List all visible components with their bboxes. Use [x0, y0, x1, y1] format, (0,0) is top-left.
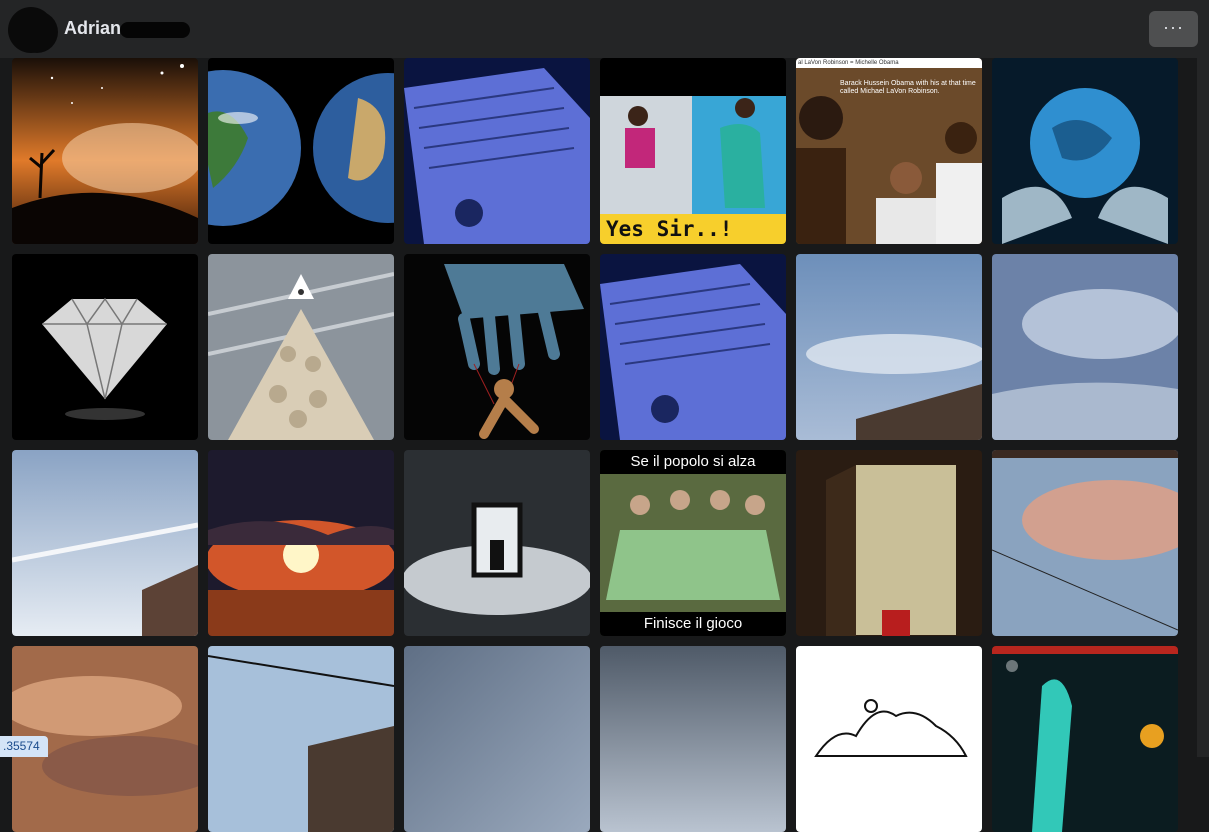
photo-blue-book[interactable] [404, 58, 590, 244]
photo-concert-stage[interactable] [992, 646, 1178, 832]
photo-pink-clouds-wires[interactable] [992, 450, 1178, 636]
status-readout: .35574 [0, 736, 48, 757]
scrollbar[interactable] [1197, 58, 1209, 757]
profile-header: Adriana ··· [0, 0, 1209, 58]
meme-caption-top: Se il popolo si alza [600, 450, 786, 474]
photo-door-clouds[interactable] [404, 450, 590, 636]
photo-grey-sky-2[interactable] [600, 646, 786, 832]
photo-diamond[interactable] [12, 254, 198, 440]
meme-annotation: Barack Hussein Obama with his at that ti… [840, 80, 976, 95]
photo-skull-door[interactable] [796, 450, 982, 636]
photo-earth-globes[interactable] [208, 58, 394, 244]
name-redaction [120, 22, 190, 38]
meme-caption: Yes Sir..! [600, 214, 786, 244]
meme-title: al LaVon Robinson = Michelle Obama [796, 58, 982, 68]
photo-game-table-meme[interactable]: Se il popolo si alza Finisce il gioco [600, 450, 786, 636]
photo-hands-globe[interactable] [992, 58, 1178, 244]
photo-puppet-hand[interactable] [404, 254, 590, 440]
meme-caption-bottom: Finisce il gioco [600, 612, 786, 636]
photo-yes-sir-meme[interactable]: Yes Sir..! [600, 58, 786, 244]
avatar[interactable] [8, 7, 54, 53]
more-options-button[interactable]: ··· [1149, 11, 1198, 47]
more-horizontal-icon: ··· [1163, 17, 1184, 37]
photo-blue-book-2[interactable] [600, 254, 786, 440]
photo-skulls-pyramid[interactable] [208, 254, 394, 440]
photo-drawing[interactable] [796, 646, 982, 832]
photo-grey-sky[interactable] [404, 646, 590, 832]
photo-sky-roof[interactable] [796, 254, 982, 440]
photo-night-sky-tree[interactable] [12, 58, 198, 244]
photo-obama-meme[interactable]: al LaVon Robinson = Michelle Obama Barac… [796, 58, 982, 244]
photo-sunset-clouds[interactable] [208, 450, 394, 636]
photo-sky-wires[interactable] [208, 646, 394, 832]
photo-cloud-sky[interactable] [992, 254, 1178, 440]
photo-sky-chemtrail[interactable] [12, 450, 198, 636]
